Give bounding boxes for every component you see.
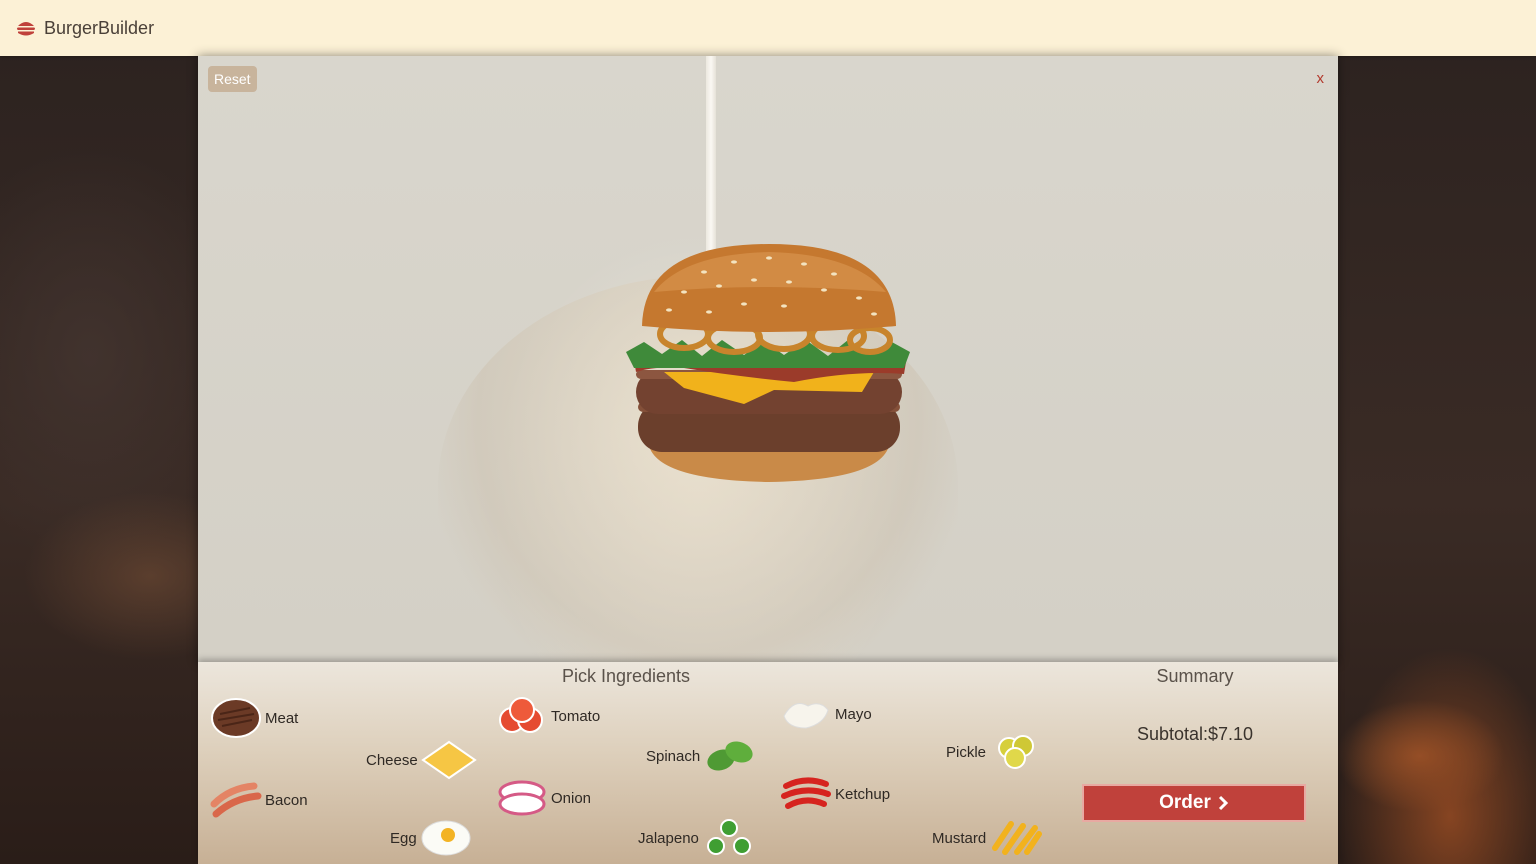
ingredient-cheese[interactable]: Cheese [366,738,477,782]
summary-title: Summary [1156,666,1234,686]
ingredient-pickle[interactable]: Pickle [946,730,1041,774]
ingredient-label: Spinach [646,747,701,765]
ingredient-label: Mayo [835,705,872,723]
brand-name[interactable]: BurgerBuilder [44,18,154,39]
chevron-right-icon [1218,795,1228,811]
ingredient-egg[interactable]: Egg [390,816,472,860]
bacon-icon [210,782,262,818]
reset-button[interactable]: Reset [208,66,257,92]
ingredient-label: Jalapeno [638,829,699,847]
close-button[interactable]: x [1317,70,1325,87]
ingredient-spinach[interactable]: Spinach [646,734,757,778]
ingredient-label: Meat [265,709,299,727]
ingredient-meat[interactable]: Meat [210,696,298,740]
jalapeno-icon [706,819,751,855]
ingredient-mayo[interactable]: Mayo [780,692,872,736]
burger-preview [626,244,910,482]
ketchup-icon [781,777,831,809]
spinach-icon [707,741,753,771]
pickle-icon [998,735,1035,769]
ingredient-label: Cheese [366,751,418,769]
onion-icon [498,780,546,816]
ingredient-label: Ketchup [835,785,891,803]
tomato-icon [499,697,543,733]
subtotal-text: Subtotal:$7.10 [1136,724,1254,744]
order-button[interactable]: Order [1082,784,1306,822]
mayo-icon [783,703,829,729]
burger-stage: Reset x [198,56,1338,662]
burger-icon [17,22,35,36]
ingredient-label: Onion [551,789,592,807]
pick-ingredients-title: Pick Ingredients [561,666,691,686]
ingredient-tomato[interactable]: Tomato [496,694,600,738]
ingredient-label: Bacon [265,791,308,809]
ingredient-label: Mustard [932,829,987,847]
ingredient-bacon[interactable]: Bacon [210,778,308,822]
ingredient-tray: Pick Ingredients Meat Cheese Bacon Egg T… [198,662,1338,864]
meat-icon [211,698,261,738]
ingredient-mustard[interactable]: Mustard [932,816,1043,860]
cheese-icon [420,740,477,780]
order-label: Order [1159,792,1211,813]
ingredient-jalapeno[interactable]: Jalapeno [638,816,756,860]
mustard-icon [992,821,1043,855]
ingredient-label: Pickle [946,743,987,761]
navbar: BurgerBuilder [0,0,1536,56]
skewer [706,56,716,256]
egg-icon [421,820,471,856]
ingredient-label: Tomato [551,707,601,725]
ingredient-onion[interactable]: Onion [496,776,591,820]
ingredient-label: Egg [390,829,417,847]
ingredient-ketchup[interactable]: Ketchup [780,772,890,816]
